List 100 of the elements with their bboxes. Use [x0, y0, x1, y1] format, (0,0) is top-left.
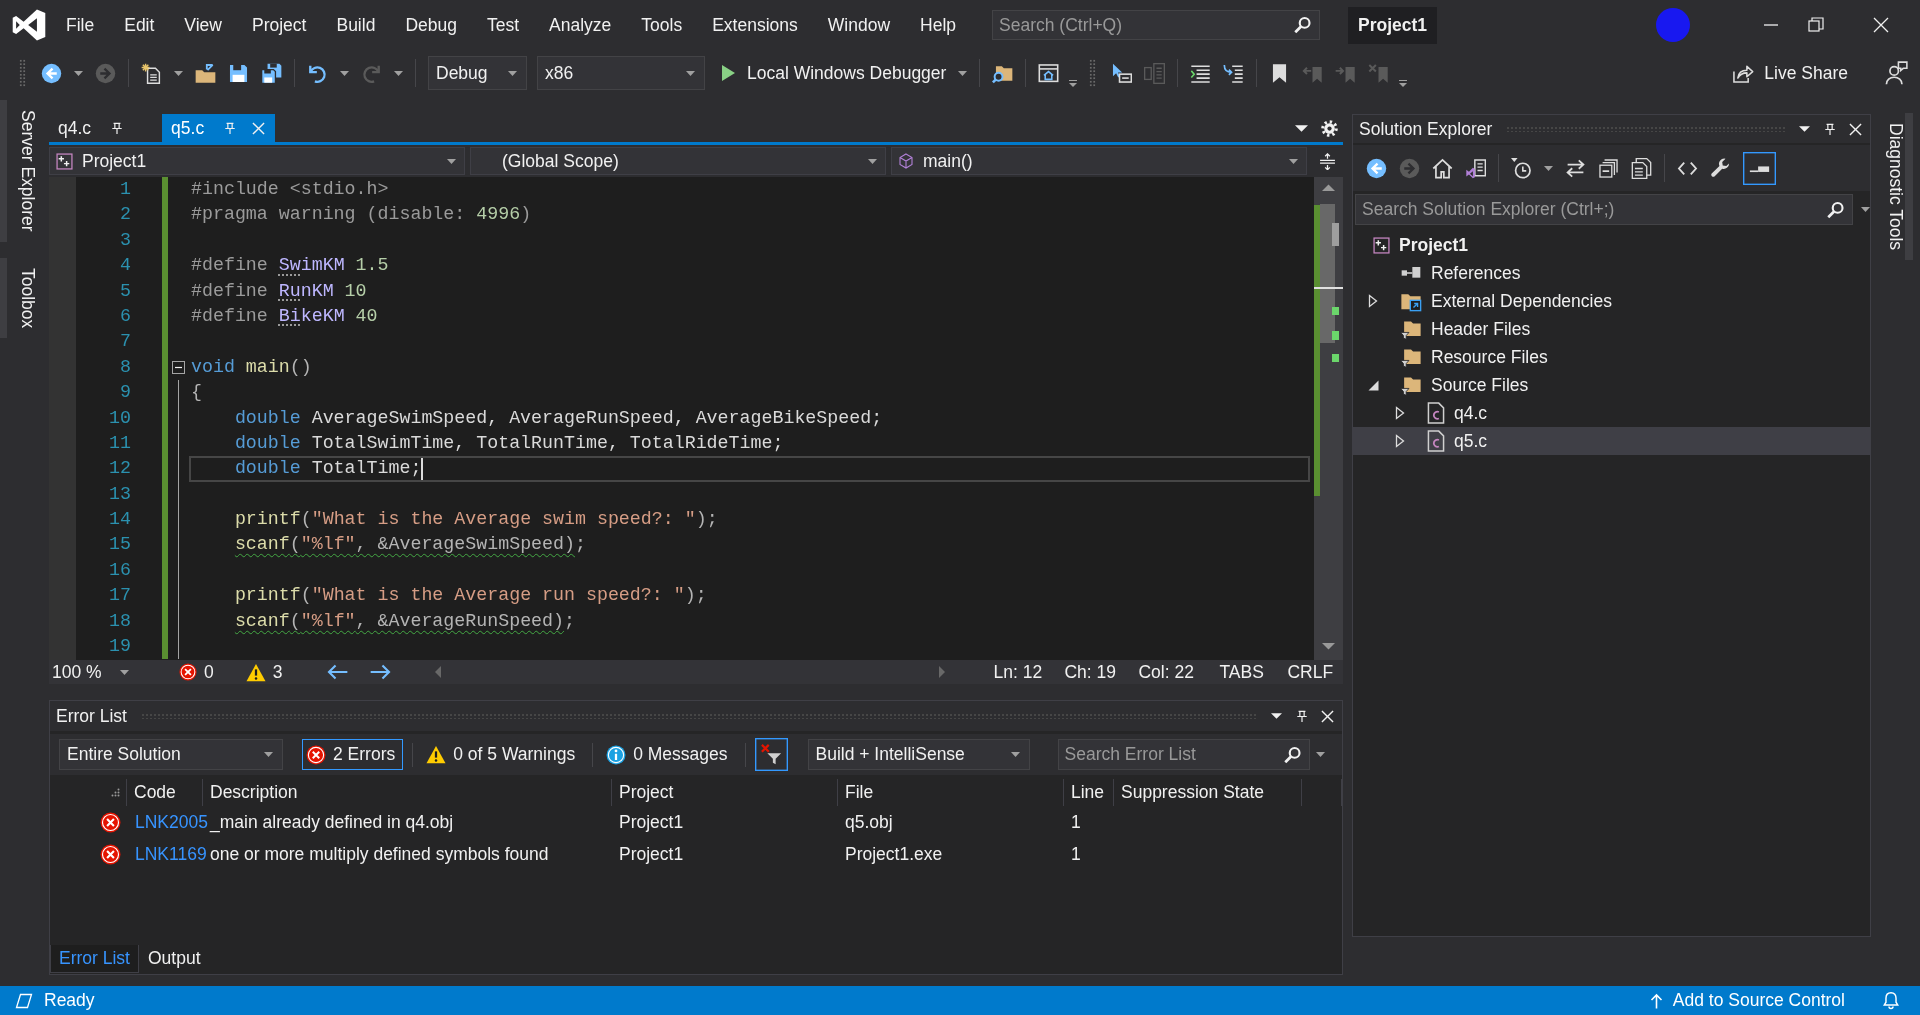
search-icon[interactable]	[1294, 16, 1312, 34]
pin-icon[interactable]	[111, 121, 124, 135]
caret-icon[interactable]	[686, 70, 695, 76]
floppy-disks-icon[interactable]	[261, 62, 282, 84]
caret-icon[interactable]	[1315, 752, 1325, 757]
forward-arrow-icon[interactable]	[370, 664, 392, 680]
close-icon[interactable]	[1873, 17, 1889, 33]
error-code-link[interactable]: LNK1169	[135, 843, 207, 865]
tree-item[interactable]: q5.c	[1353, 427, 1870, 455]
search-field[interactable]: Search Error List	[1057, 739, 1310, 770]
search-icon[interactable]	[1283, 746, 1301, 763]
search-field[interactable]: Search (Ctrl+Q)	[992, 10, 1321, 40]
panel-tab[interactable]: Output	[139, 945, 210, 973]
back-icon[interactable]	[41, 62, 62, 84]
editor-scrollbar-map[interactable]	[1314, 177, 1343, 660]
column-header[interactable]: Suppression State	[1114, 779, 1302, 806]
live-share-button[interactable]: Live Share	[1732, 62, 1848, 84]
restore-icon[interactable]	[1808, 17, 1824, 33]
menu-item[interactable]: Window	[812, 14, 906, 36]
up-arrow-icon[interactable]	[1649, 992, 1663, 1009]
menu-item[interactable]: Tools	[626, 14, 698, 36]
tree-item[interactable]: External Dependencies	[1353, 287, 1870, 315]
bell-icon[interactable]	[1882, 991, 1900, 1010]
indentation-mode[interactable]: TABS	[1219, 661, 1288, 683]
tree-item[interactable]: Source Files	[1353, 371, 1870, 399]
hollow-triangle-icon[interactable]	[1395, 434, 1405, 448]
scope-dropdown[interactable]: Entire Solution	[59, 739, 283, 770]
menu-item[interactable]: Build	[321, 14, 391, 36]
pin-icon[interactable]	[1824, 122, 1836, 136]
toolbar-grip[interactable]	[19, 59, 26, 87]
overflow-caret-icon[interactable]	[1069, 80, 1078, 87]
back-arrow-icon[interactable]	[327, 664, 349, 680]
dash-bar-icon[interactable]	[1743, 151, 1776, 185]
logo-document-icon[interactable]	[1465, 157, 1486, 179]
side-tab[interactable]: Diagnostic Tools	[1877, 113, 1914, 261]
back-icon[interactable]	[1366, 157, 1387, 179]
severity-filter-button[interactable]: 2 Errors	[302, 739, 404, 770]
caret-icon[interactable]	[868, 158, 877, 164]
app-logo-icon[interactable]	[12, 8, 46, 42]
dropdown-icon[interactable]	[1799, 126, 1810, 132]
menu-item[interactable]: Extensions	[697, 14, 813, 36]
document-tab[interactable]: q4.c	[49, 114, 163, 142]
side-tab[interactable]: Toolbox	[0, 257, 37, 338]
home-icon[interactable]	[1432, 157, 1453, 179]
toolbar-grip[interactable]	[1089, 59, 1097, 87]
menu-item[interactable]: File	[51, 14, 110, 36]
column-header[interactable]: Description	[203, 779, 612, 806]
hollow-triangle-icon[interactable]	[1395, 406, 1405, 420]
warning-count-button[interactable]: 3	[245, 661, 283, 683]
dots-grid-icon[interactable]	[111, 788, 120, 797]
settings-icon[interactable]	[1321, 119, 1338, 137]
menu-item[interactable]: Help	[905, 14, 972, 36]
caret-icon[interactable]	[264, 752, 273, 757]
source-control-button[interactable]: Add to Source Control	[1649, 990, 1845, 1011]
panel-tab[interactable]: Error List	[50, 945, 139, 973]
clock-icon[interactable]	[1511, 157, 1532, 179]
menu-item[interactable]: Test	[471, 14, 535, 36]
caret-icon[interactable]	[1544, 165, 1553, 171]
tree-item[interactable]: Header Files	[1353, 315, 1870, 343]
hollow-triangle-icon[interactable]	[1368, 294, 1378, 308]
tree-item[interactable]: q4.c	[1353, 399, 1870, 427]
search-icon[interactable]	[1827, 201, 1844, 218]
lines-arrow-icon[interactable]	[1190, 62, 1212, 84]
funnel-cross-icon[interactable]	[754, 738, 788, 771]
caret-icon[interactable]	[958, 70, 968, 76]
caret-icon[interactable]	[1861, 207, 1870, 212]
caret-icon[interactable]	[340, 70, 349, 76]
menu-item[interactable]: Analyze	[534, 14, 627, 36]
navigation-dropdown[interactable]: Project1	[49, 147, 465, 175]
dropdown-icon[interactable]	[1295, 124, 1308, 132]
column-header[interactable]: File	[838, 779, 1064, 806]
caret-icon[interactable]	[1010, 752, 1020, 757]
tree-item[interactable]: Project1	[1353, 231, 1870, 259]
caret-icon[interactable]	[1289, 158, 1298, 164]
caret-icon[interactable]	[394, 70, 403, 76]
platform-dropdown[interactable]: x86	[537, 56, 705, 90]
menu-item[interactable]: Project	[237, 14, 322, 36]
play-icon[interactable]	[722, 65, 735, 81]
window-house-icon[interactable]	[1038, 62, 1060, 84]
pin-icon[interactable]	[1296, 709, 1308, 723]
caret-icon[interactable]	[508, 70, 517, 76]
menu-item[interactable]: Debug	[390, 14, 472, 36]
error-count-button[interactable]: 0	[179, 661, 214, 683]
dropdown-icon[interactable]	[1271, 713, 1282, 719]
line-endings[interactable]: CRLF	[1287, 661, 1334, 683]
navigation-dropdown[interactable]: main()	[891, 147, 1307, 175]
column-header[interactable]: Line	[1064, 779, 1114, 806]
menu-item[interactable]: Edit	[109, 14, 170, 36]
tree-item[interactable]: Resource Files	[1353, 343, 1870, 371]
search-field[interactable]: Search Solution Explorer (Ctrl+;)	[1355, 194, 1853, 225]
caret-icon[interactable]	[174, 70, 183, 76]
split-arrows-icon[interactable]	[1319, 152, 1336, 170]
overflow-caret-icon[interactable]	[1399, 80, 1408, 87]
caret-icon[interactable]	[120, 669, 129, 675]
lines-hook-arrow-icon[interactable]	[1223, 62, 1245, 84]
error-code-link[interactable]: LNK2005	[135, 811, 208, 833]
cursor-box-icon[interactable]	[1111, 62, 1133, 84]
caret-icon[interactable]	[74, 70, 83, 76]
caret-icon[interactable]	[447, 158, 456, 164]
column-header[interactable]: Project	[612, 779, 838, 806]
